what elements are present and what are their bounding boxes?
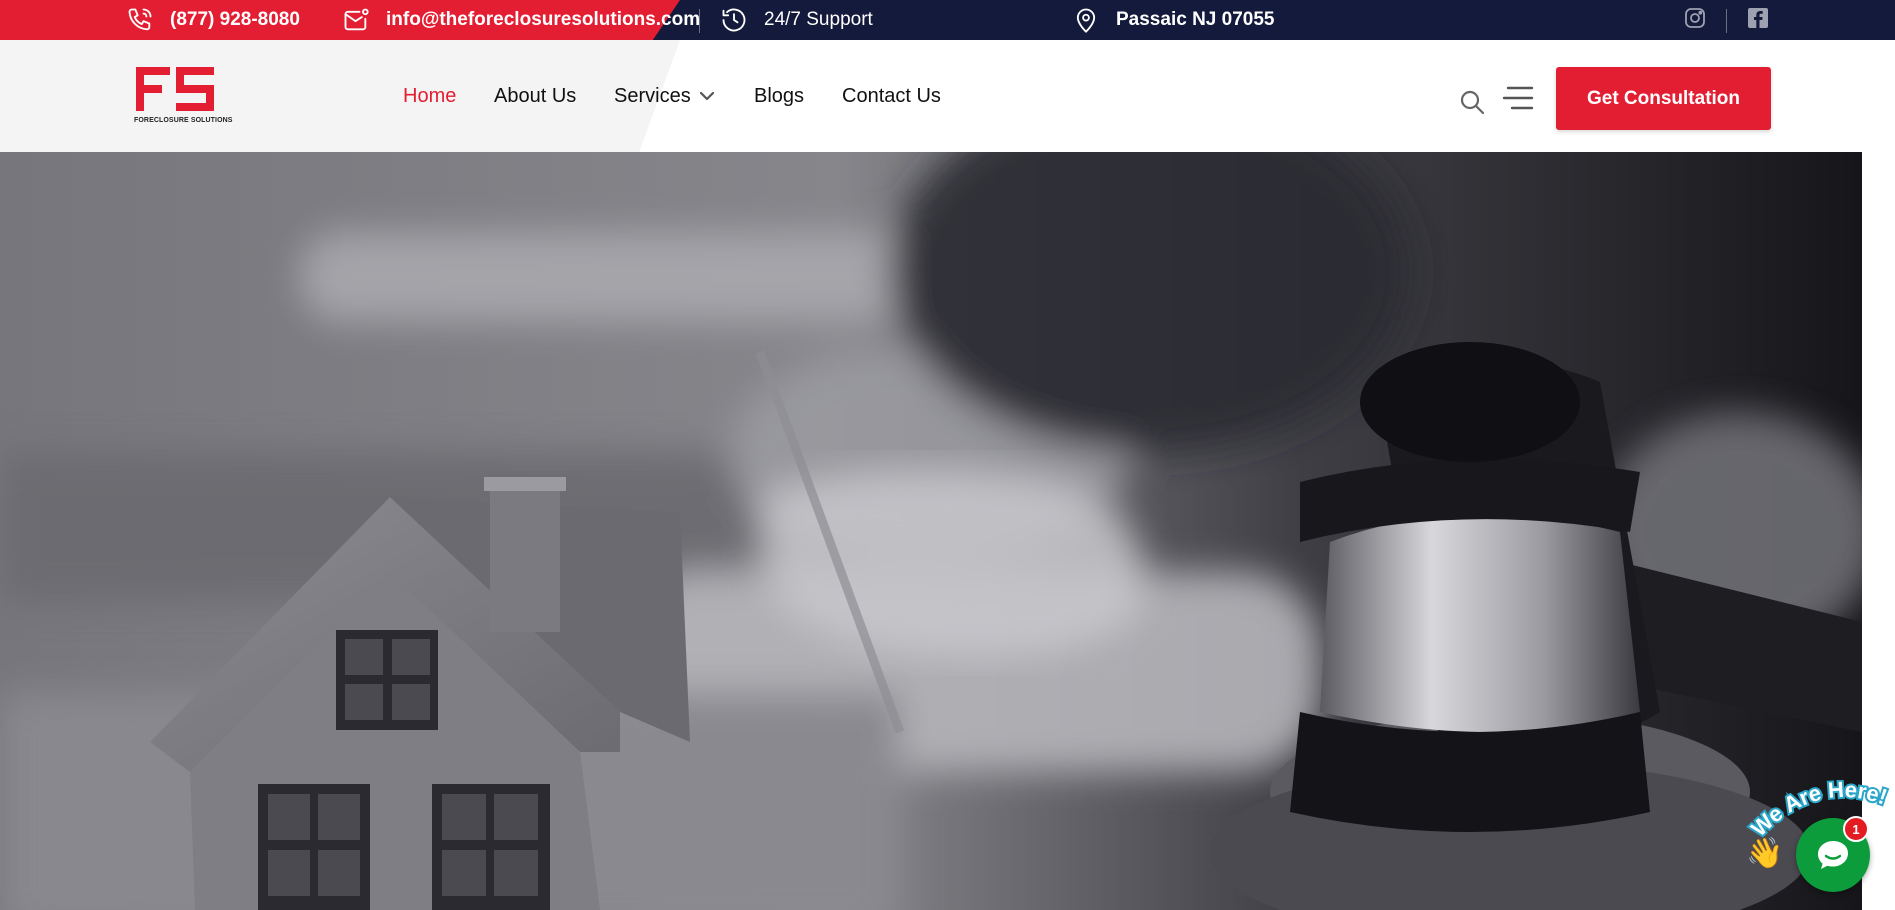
nav-blogs-label: Blogs <box>754 84 805 107</box>
nav-contact-us[interactable]: Contact Us <box>842 40 941 152</box>
chevron-down-icon <box>699 91 714 101</box>
nav-services-label: Services <box>614 84 691 107</box>
support-text: 24/7 Support <box>764 9 873 30</box>
fs-logo-mark <box>136 67 214 111</box>
support-info: 24/7 Support <box>720 0 873 40</box>
phone-icon <box>128 8 152 31</box>
instagram-icon[interactable] <box>1683 6 1707 30</box>
search-icon[interactable] <box>1458 88 1486 116</box>
unread-count-badge: 1 <box>1843 816 1869 842</box>
logo-subtitle: FORECLOSURE SOLUTIONS <box>134 117 233 124</box>
waving-hand-icon: 👋 <box>1746 837 1784 870</box>
email-link[interactable]: info@theforeclosuresolutions.com <box>342 0 700 40</box>
location-pin-icon <box>1076 8 1096 33</box>
location-text: Passaic NJ 07055 <box>1116 9 1275 30</box>
phone-number: (877) 928-8080 <box>170 9 300 30</box>
email-icon <box>344 8 369 31</box>
hero-image <box>0 152 1862 910</box>
get-consultation-button[interactable]: Get Consultation <box>1556 67 1771 130</box>
nav-home[interactable]: Home <box>403 40 456 152</box>
header-accent-panel <box>0 40 680 152</box>
nav-about-us[interactable]: About Us <box>494 40 576 152</box>
location-info: Passaic NJ 07055 <box>1072 0 1274 40</box>
clock-history-icon <box>722 8 746 32</box>
nav-home-label: Home <box>403 84 457 107</box>
site-logo[interactable]: FORECLOSURE SOLUTIONS <box>134 65 233 125</box>
nav-contact-us-label: Contact Us <box>842 84 941 107</box>
email-address: info@theforeclosuresolutions.com <box>386 9 701 30</box>
nav-services[interactable]: Services <box>614 40 715 152</box>
menu-icon[interactable] <box>1502 84 1534 112</box>
top-contact-bar: (877) 928-8080 info@theforeclosuresoluti… <box>0 0 1895 40</box>
nav-about-us-label: About Us <box>494 84 577 107</box>
facebook-icon[interactable] <box>1746 6 1770 30</box>
nav-blogs[interactable]: Blogs <box>754 40 804 152</box>
phone-link[interactable]: (877) 928-8080 <box>126 0 300 40</box>
chat-bubble-icon <box>1818 841 1848 869</box>
hero-photo-gavel-house <box>0 152 1862 910</box>
topbar-divider <box>699 9 700 33</box>
social-divider <box>1726 9 1727 33</box>
